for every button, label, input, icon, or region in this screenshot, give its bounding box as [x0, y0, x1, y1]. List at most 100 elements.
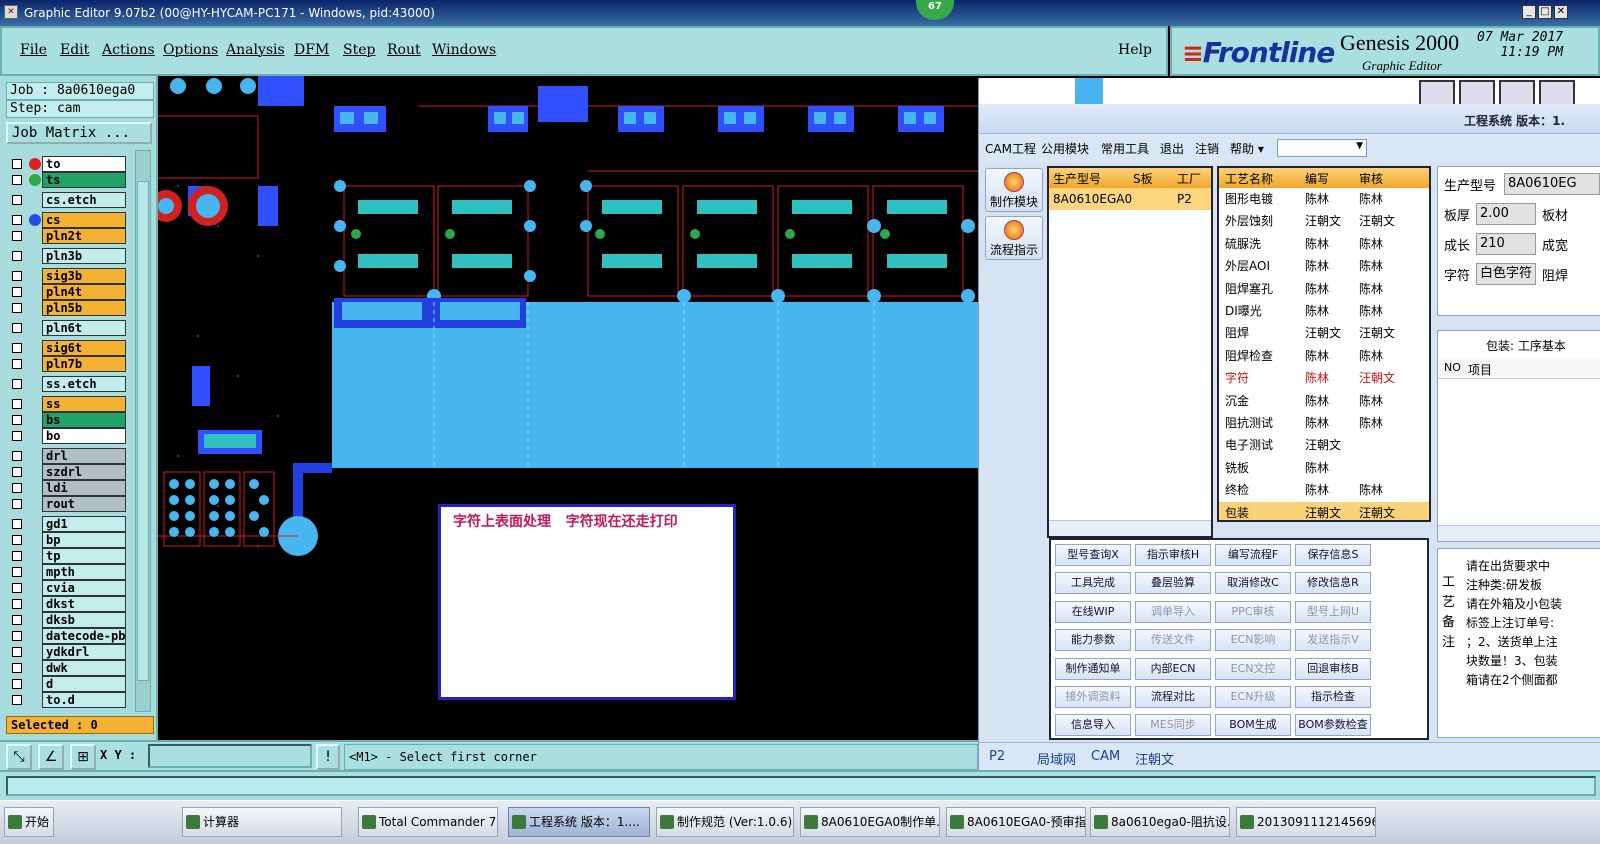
- taskbar-item[interactable]: 工程系统 版本：1....: [508, 807, 650, 837]
- graphic-canvas[interactable]: 字符上表面处理 字符现在还走打印: [158, 76, 978, 742]
- layer-checkbox[interactable]: [12, 519, 22, 529]
- table-row[interactable]: 终检 陈林 陈林: [1219, 479, 1429, 501]
- layer-name[interactable]: szdrl: [42, 464, 126, 480]
- cam-menu-common[interactable]: 公用模块: [1041, 140, 1089, 157]
- menu-windows[interactable]: Windows: [432, 42, 496, 58]
- tool-icon-1[interactable]: [1419, 80, 1455, 106]
- table-row[interactable]: 阻焊检查 陈林 陈林: [1219, 345, 1429, 367]
- layer-name[interactable]: ss: [42, 396, 126, 412]
- table-row[interactable]: 电子测试 汪朝文: [1219, 434, 1429, 456]
- menu-help[interactable]: Help: [1118, 42, 1152, 58]
- layer-row[interactable]: d: [8, 676, 126, 692]
- layer-row[interactable]: cvia: [8, 580, 126, 596]
- layer-row[interactable]: dwk: [8, 660, 126, 676]
- layer-row[interactable]: dkst: [8, 596, 126, 612]
- layer-checkbox[interactable]: [12, 615, 22, 625]
- xy-input[interactable]: [148, 744, 312, 768]
- table-row[interactable]: 沉金 陈林 陈林: [1219, 390, 1429, 412]
- layer-name[interactable]: sig6t: [42, 340, 126, 356]
- layer-row[interactable]: pln3b: [8, 248, 126, 264]
- maximize-button[interactable]: □: [1538, 5, 1552, 19]
- action-button[interactable]: PPC审核: [1215, 600, 1291, 623]
- layer-row[interactable]: drl: [8, 448, 126, 464]
- layer-name[interactable]: ss.etch: [42, 376, 126, 392]
- taskbar-item[interactable]: 8A0610EGA0制作单....: [800, 807, 940, 837]
- table-row[interactable]: 字符 陈林 汪朝文: [1219, 367, 1429, 389]
- layer-row[interactable]: pln7b: [8, 356, 126, 372]
- layer-name[interactable]: cs.etch: [42, 192, 126, 208]
- layer-name[interactable]: ts: [42, 172, 126, 188]
- layer-checkbox[interactable]: [12, 663, 22, 673]
- layer-row[interactable]: mpth: [8, 564, 126, 580]
- model-grid-hscroll[interactable]: [1049, 520, 1211, 536]
- layer-checkbox[interactable]: [12, 287, 22, 297]
- layer-name[interactable]: rout: [42, 496, 126, 512]
- layer-name[interactable]: sig3b: [42, 268, 126, 284]
- layer-name[interactable]: to: [42, 156, 126, 172]
- table-row[interactable]: 8A0610EGA0 P2: [1049, 188, 1211, 210]
- layer-row[interactable]: bp: [8, 532, 126, 548]
- action-button[interactable]: 流程对比: [1135, 686, 1211, 708]
- menu-analysis[interactable]: Analysis: [226, 42, 285, 58]
- layer-checkbox[interactable]: [12, 231, 22, 241]
- menu-step[interactable]: Step: [343, 42, 375, 58]
- action-button[interactable]: 编写流程F: [1215, 544, 1291, 566]
- layer-row[interactable]: pln5b: [8, 300, 126, 316]
- tool-icon-3[interactable]: [1499, 80, 1535, 106]
- action-button[interactable]: 叠层验算: [1135, 572, 1211, 595]
- tab-user[interactable]: 汪朝文: [1135, 749, 1174, 768]
- layer-name[interactable]: pln2t: [42, 228, 126, 244]
- layer-row[interactable]: pln6t: [8, 320, 126, 336]
- layer-name[interactable]: dksb: [42, 612, 126, 628]
- layer-row[interactable]: szdrl: [8, 464, 126, 480]
- table-row[interactable]: 铣板 陈林: [1219, 457, 1429, 479]
- cam-menu-cam[interactable]: CAM工程: [985, 140, 1036, 157]
- layer-name[interactable]: bs: [42, 412, 126, 428]
- action-button[interactable]: 信息导入: [1055, 714, 1131, 737]
- layer-row[interactable]: pln2t: [8, 228, 126, 244]
- layer-checkbox[interactable]: [12, 567, 22, 577]
- action-button[interactable]: 内部ECN: [1135, 657, 1211, 680]
- tab-lan[interactable]: 局域网: [1037, 749, 1076, 768]
- layer-scrollbar[interactable]: [135, 150, 151, 712]
- menu-edit[interactable]: Edit: [60, 42, 89, 58]
- layer-name[interactable]: tp: [42, 548, 126, 564]
- action-button[interactable]: 制作通知单: [1055, 657, 1131, 680]
- action-button[interactable]: 发送指示V: [1295, 629, 1371, 652]
- layer-checkbox[interactable]: [12, 271, 22, 281]
- table-row[interactable]: 图形电镀 陈林 陈林: [1219, 188, 1429, 210]
- layer-name[interactable]: mpth: [42, 564, 126, 580]
- action-button[interactable]: 修改信息R: [1295, 572, 1371, 595]
- snap-grid-icon[interactable]: ⊞: [70, 744, 96, 770]
- layer-row[interactable]: bo: [8, 428, 126, 444]
- layer-checkbox[interactable]: [12, 175, 22, 185]
- layer-name[interactable]: gd1: [42, 516, 126, 532]
- zoom-fit-icon[interactable]: ⤡: [6, 744, 32, 770]
- layer-checkbox[interactable]: [12, 379, 22, 389]
- layer-name[interactable]: cvia: [42, 580, 126, 596]
- cam-menu-tools[interactable]: 常用工具: [1101, 140, 1149, 157]
- layer-checkbox[interactable]: [12, 195, 22, 205]
- layer-checkbox[interactable]: [12, 679, 22, 689]
- layer-checkbox[interactable]: [12, 599, 22, 609]
- col-s-board[interactable]: S板: [1133, 170, 1153, 187]
- menu-dfm[interactable]: DFM: [294, 42, 329, 58]
- action-button[interactable]: 指示审核H: [1135, 544, 1211, 566]
- table-row[interactable]: 外层AOI 陈林 陈林: [1219, 255, 1429, 277]
- table-row[interactable]: 硫脲洗 陈林 陈林: [1219, 233, 1429, 255]
- make-module-button[interactable]: 制作模块: [985, 168, 1043, 212]
- process-grid[interactable]: 工艺名称 编写 审核 图形电镀 陈林 陈林 外层蚀刻 汪朝文 汪朝文 硫脲洗 陈林 陈林 外层AO…: [1217, 166, 1431, 522]
- table-row[interactable]: 阻焊塞孔 陈林 陈林: [1219, 278, 1429, 300]
- tool-icon-2[interactable]: [1459, 80, 1495, 106]
- col-reviewer[interactable]: 审核: [1359, 170, 1383, 187]
- layer-name[interactable]: bp: [42, 532, 126, 548]
- layer-name[interactable]: dkst: [42, 596, 126, 612]
- menu-options[interactable]: Options: [163, 42, 218, 58]
- layer-name[interactable]: to.d: [42, 692, 126, 708]
- layer-checkbox[interactable]: [12, 359, 22, 369]
- menu-rout[interactable]: Rout: [387, 42, 421, 58]
- action-button[interactable]: ECN升级: [1215, 686, 1291, 708]
- cam-menu-combo[interactable]: ▼: [1277, 139, 1367, 157]
- flow-guide-button[interactable]: 流程指示: [985, 216, 1043, 260]
- layer-row[interactable]: ydkdrl: [8, 644, 126, 660]
